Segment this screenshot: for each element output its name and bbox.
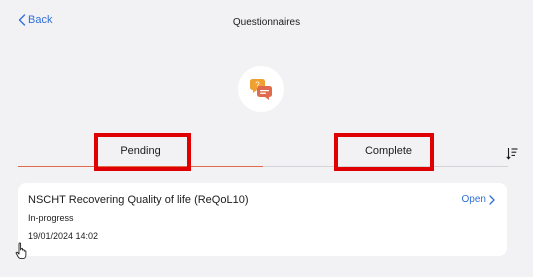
open-button-label: Open	[461, 194, 486, 205]
sort-button[interactable]	[506, 147, 518, 165]
active-tab-underline	[18, 166, 263, 167]
questionnaire-hero-icon: ?	[238, 66, 284, 112]
questionnaire-title: NSCHT Recovering Quality of life (ReQoL1…	[28, 194, 249, 206]
questionnaire-tabs: Pending Complete	[18, 137, 508, 167]
questionnaire-date: 19/01/2024 14:02	[28, 231, 99, 241]
tab-pending[interactable]: Pending	[18, 137, 263, 165]
open-button[interactable]: Open	[462, 194, 495, 205]
navigation-bar: Back Questionnaires	[0, 0, 533, 46]
hand-pointer-icon	[15, 242, 29, 265]
tab-divider	[263, 166, 508, 167]
tab-complete[interactable]: Complete	[266, 137, 511, 165]
questionnaire-card[interactable]: NSCHT Recovering Quality of life (ReQoL1…	[18, 183, 507, 256]
sort-icon	[506, 148, 518, 160]
questionnaire-status: In-progress	[28, 213, 74, 223]
chevron-right-icon	[489, 194, 495, 205]
page-title: Questionnaires	[232, 17, 301, 28]
chat-bubbles-icon: ?	[250, 79, 272, 100]
